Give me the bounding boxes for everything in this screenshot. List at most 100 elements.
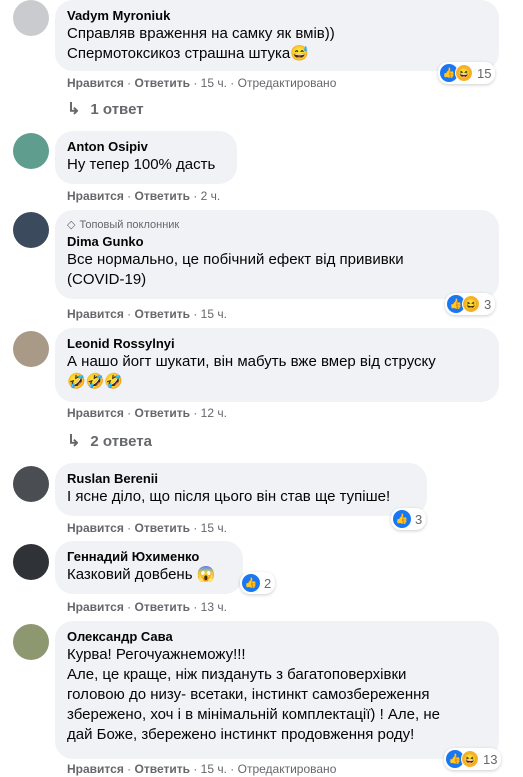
reaction-count: 3 [484, 296, 492, 312]
avatar[interactable] [13, 212, 49, 248]
avatar[interactable] [13, 544, 49, 580]
comment-text-line: Справляв враження на самку як вмів)) [67, 25, 335, 42]
reply-button[interactable]: Ответить [135, 406, 190, 420]
avatar[interactable] [13, 466, 49, 502]
comment-time[interactable]: 15 ч. [201, 307, 227, 321]
replies-count: 2 ответа [90, 432, 152, 450]
comment-time[interactable]: 15 ч. [201, 521, 227, 535]
reaction-summary[interactable]: 👍 😆 13 [444, 748, 502, 770]
view-replies-button[interactable]: ↳ 2 ответа [67, 431, 152, 451]
comment-actions: Нравится · Ответить · 15 ч. [67, 306, 227, 322]
comment-author[interactable]: Vadym Myroniuk [67, 8, 487, 24]
comment-text-line: Ну тепер 100% дасть [67, 156, 216, 173]
like-icon: 👍 [393, 510, 411, 528]
avatar[interactable] [13, 624, 49, 660]
separator: · [127, 762, 132, 776]
like-button[interactable]: Нравится [67, 762, 124, 776]
separator: · [193, 189, 198, 203]
comment-actions: Нравится · Ответить · 12 ч. [67, 405, 227, 421]
separator: · [127, 521, 132, 535]
reaction-summary[interactable]: 👍 3 [391, 508, 427, 530]
comment-text-line: Казковий довбень 😱 [67, 566, 216, 583]
comment-actions: Нравится · Ответить · 2 ч. [67, 188, 220, 204]
comment-bubble: ◇ Топовый поклонник Dima Gunko Все нормал… [55, 210, 499, 299]
reply-button[interactable]: Ответить [135, 762, 190, 776]
comment-text-line: І ясне діло, що після цього він став ще … [67, 488, 391, 505]
like-button[interactable]: Нравится [67, 406, 124, 420]
comment-text-line: Спермотоксикоз страшна штука😅 [67, 45, 309, 62]
like-button[interactable]: Нравится [67, 76, 124, 90]
comment-author[interactable]: Олександр Сава [67, 629, 487, 645]
comment-actions: Нравится · Ответить · 15 ч. · Отредактир… [67, 75, 336, 91]
reaction-count: 3 [415, 511, 423, 527]
view-replies-button[interactable]: ↳ 1 ответ [67, 99, 144, 119]
comment-author[interactable]: Ruslan Berenii [67, 471, 415, 487]
separator: · [127, 76, 132, 90]
reply-button[interactable]: Ответить [135, 76, 190, 90]
diamond-icon: ◇ [67, 219, 76, 231]
comment-text-line: Все нормально, це побічний ефект від при… [67, 251, 404, 268]
haha-icon: 😆 [462, 295, 480, 313]
separator: · [127, 600, 132, 614]
comment-bubble: Anton Osipiv Ну тепер 100% дасть [55, 131, 237, 184]
haha-icon: 😆 [455, 64, 473, 82]
comment-actions: Нравится · Ответить · 13 ч. [67, 599, 227, 615]
top-fan-badge: ◇ Топовый поклонник [67, 218, 487, 232]
separator: · [193, 600, 198, 614]
comment-actions: Нравится · Ответить · 15 ч. [67, 520, 227, 536]
reaction-count: 2 [264, 575, 272, 591]
reaction-summary[interactable]: 👍 😆 3 [445, 293, 496, 315]
reply-button[interactable]: Ответить [135, 521, 190, 535]
avatar[interactable] [13, 0, 49, 36]
replies-count: 1 ответ [90, 100, 144, 118]
reply-button[interactable]: Ответить [135, 600, 190, 614]
separator: · [127, 189, 132, 203]
like-button[interactable]: Нравится [67, 521, 124, 535]
reply-arrow-icon: ↳ [67, 433, 81, 450]
comment-text-line: (COVID-19) [67, 271, 147, 288]
comment-author[interactable]: Геннадий Юхименко [67, 549, 231, 565]
separator: · [193, 521, 198, 535]
comment-time[interactable]: 13 ч. [201, 600, 227, 614]
separator: · [230, 762, 235, 776]
reaction-summary[interactable]: 👍 😆 15 [438, 62, 496, 84]
comment-time[interactable]: 15 ч. [201, 762, 227, 776]
comment-text-line: збережено, хоч і в мінімальній комплекта… [67, 706, 440, 723]
reaction-summary[interactable]: 👍 2 [240, 572, 276, 594]
comment-bubble: Vadym Myroniuk Справляв враження на самк… [55, 0, 499, 71]
like-button[interactable]: Нравится [67, 189, 124, 203]
comment-time[interactable]: 15 ч. [201, 76, 227, 90]
comment-bubble: Ruslan Berenii І ясне діло, що після цьо… [55, 463, 427, 516]
separator: · [127, 406, 132, 420]
reply-button[interactable]: Ответить [135, 307, 190, 321]
comment-text-line: Але, це краще, ніж пиздануть з багатопов… [67, 666, 407, 683]
comment-text-line: дай Боже, збережено інстинкт продовження… [67, 726, 415, 743]
like-button[interactable]: Нравится [67, 600, 124, 614]
like-icon: 👍 [242, 574, 260, 592]
comment-bubble: Олександр Сава Курва! Регочуажнеможу!!! … [55, 621, 499, 759]
separator: · [193, 307, 198, 321]
separator: · [193, 76, 198, 90]
comment-text-line: головою до низу- всетаки, інстинкт самоз… [67, 686, 430, 703]
reply-button[interactable]: Ответить [135, 189, 190, 203]
comment-bubble: Геннадий Юхименко Казковий довбень 😱 [55, 541, 243, 594]
comment-author[interactable]: Anton Osipiv [67, 139, 225, 155]
comment-time[interactable]: 2 ч. [201, 189, 221, 203]
comment-text-line: 🤣🤣🤣 [67, 373, 124, 390]
avatar[interactable] [13, 133, 49, 169]
comment-time[interactable]: 12 ч. [201, 406, 227, 420]
comment-author[interactable]: Leonid Rossylnyi [67, 336, 487, 352]
avatar[interactable] [13, 331, 49, 367]
haha-icon: 😆 [461, 750, 479, 768]
comment-bubble: Leonid Rossylnyi А нашо йогт шукати, він… [55, 328, 499, 402]
comment-actions: Нравится · Ответить · 15 ч. · Отредактир… [67, 761, 336, 777]
reaction-count: 15 [477, 65, 492, 81]
separator: · [127, 307, 132, 321]
comment-text-line: А нашо йогт шукати, він мабуть вже вмер … [67, 353, 436, 370]
like-button[interactable]: Нравится [67, 307, 124, 321]
comment-author[interactable]: Dima Gunko [67, 234, 487, 250]
reaction-count: 13 [483, 751, 498, 767]
separator: · [193, 762, 198, 776]
edited-label: Отредактировано [237, 762, 337, 776]
reply-arrow-icon: ↳ [67, 101, 81, 118]
